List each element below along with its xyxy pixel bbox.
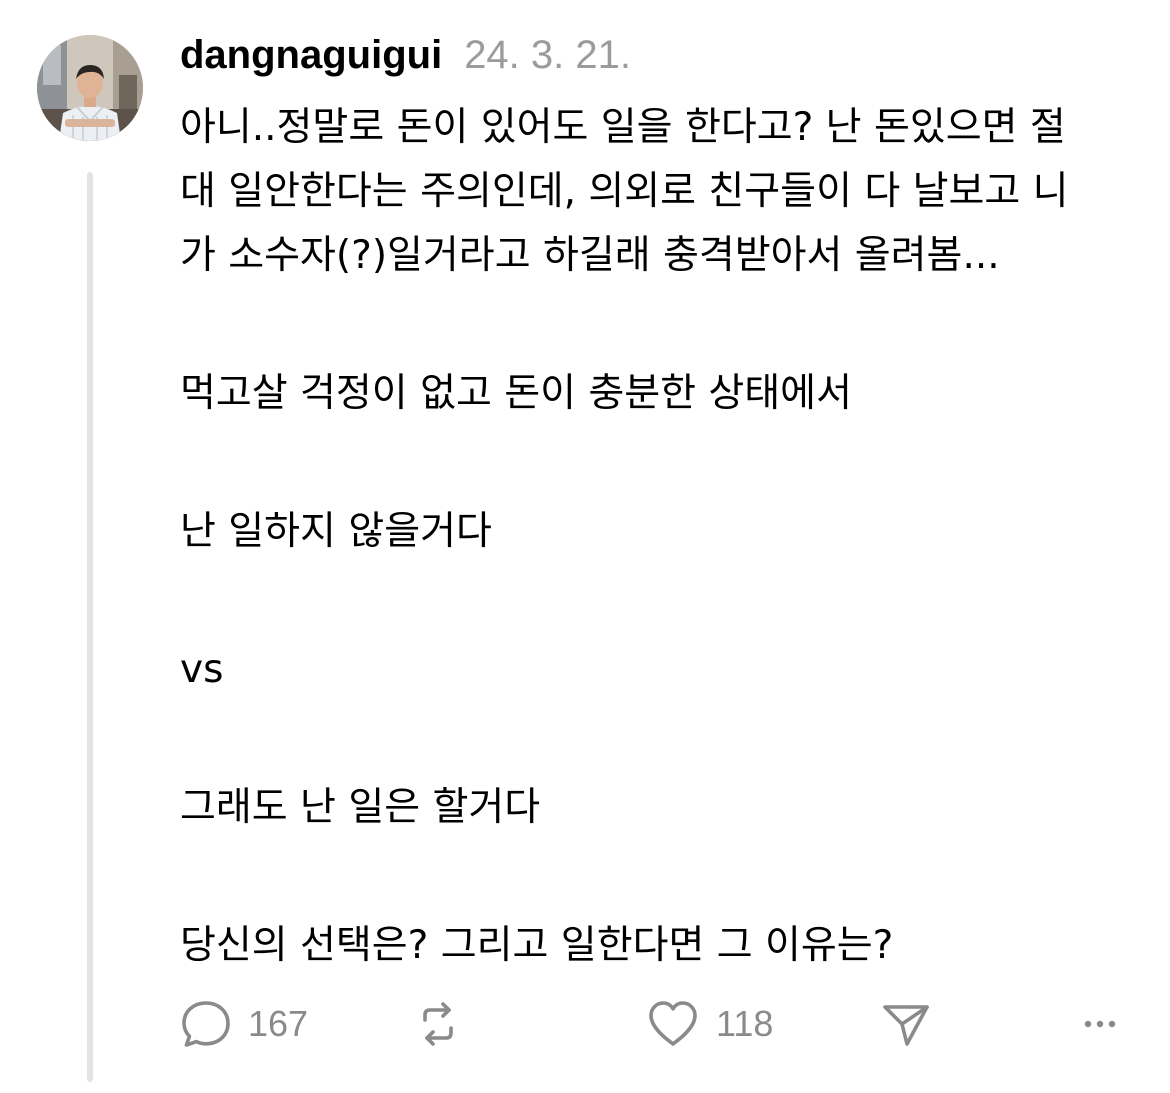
like-count: 118 xyxy=(716,1003,774,1044)
paragraph-premise: 먹고살 걱정이 없고 돈이 충분한 상태에서 xyxy=(180,362,1140,426)
post-header: dangnaguigui 24. 3. 21. xyxy=(180,33,631,83)
thread-line xyxy=(87,172,93,1082)
like-button[interactable]: 118 xyxy=(646,996,773,1052)
speech-bubble-icon xyxy=(182,1001,230,1047)
post-text-line: 그래도 난 일은 할거다 xyxy=(180,785,541,830)
timestamp: 24. 3. 21. xyxy=(464,33,631,77)
avatar[interactable] xyxy=(37,35,143,141)
paragraph-option-a: 난 일하지 않을거다 xyxy=(180,500,1140,564)
paragraph-vs: vs xyxy=(180,638,1140,702)
paragraph-question: 당신의 선택은? 그리고 일한다면 그 이유는? xyxy=(180,914,1140,978)
profile-photo xyxy=(37,35,143,141)
ellipsis-icon xyxy=(1084,1020,1116,1028)
reply-count: 167 xyxy=(248,1003,309,1044)
repost-button[interactable] xyxy=(412,996,464,1052)
more-options-button[interactable] xyxy=(1080,996,1120,1052)
reply-button[interactable]: 167 xyxy=(180,996,308,1052)
post-text-line: 먹고살 걱정이 없고 돈이 충분한 상태에서 xyxy=(180,371,852,416)
post-text-line: 난 일하지 않을거다 xyxy=(180,509,492,554)
share-button[interactable] xyxy=(880,996,932,1052)
username[interactable]: dangnaguigui xyxy=(180,33,442,78)
action-bar: 167 118 xyxy=(180,996,1130,1052)
heart-icon xyxy=(649,1001,697,1046)
paragraph-intro: 아니..정말로 돈이 있어도 일을 한다고? 난 돈있으면 절 대 일안한다는 … xyxy=(180,96,1140,288)
repost-arrows-icon xyxy=(423,1002,453,1046)
post-body: 아니..정말로 돈이 있어도 일을 한다고? 난 돈있으면 절 대 일안한다는 … xyxy=(180,96,1140,978)
paragraph-option-b: 그래도 난 일은 할거다 xyxy=(180,776,1140,840)
post-text-line: 대 일안한다는 주의인데, 의외로 친구들이 다 날보고 니 xyxy=(180,169,1069,214)
paper-plane-icon xyxy=(883,1005,929,1046)
post-text-line: 당신의 선택은? 그리고 일한다면 그 이유는? xyxy=(180,923,894,968)
post-text-line: 아니..정말로 돈이 있어도 일을 한다고? 난 돈있으면 절 xyxy=(180,105,1066,150)
post-text-line: vs xyxy=(180,647,224,692)
post-text-line: 가 소수자(?)일거라고 하길래 충격받아서 올려봄... xyxy=(180,233,1000,278)
